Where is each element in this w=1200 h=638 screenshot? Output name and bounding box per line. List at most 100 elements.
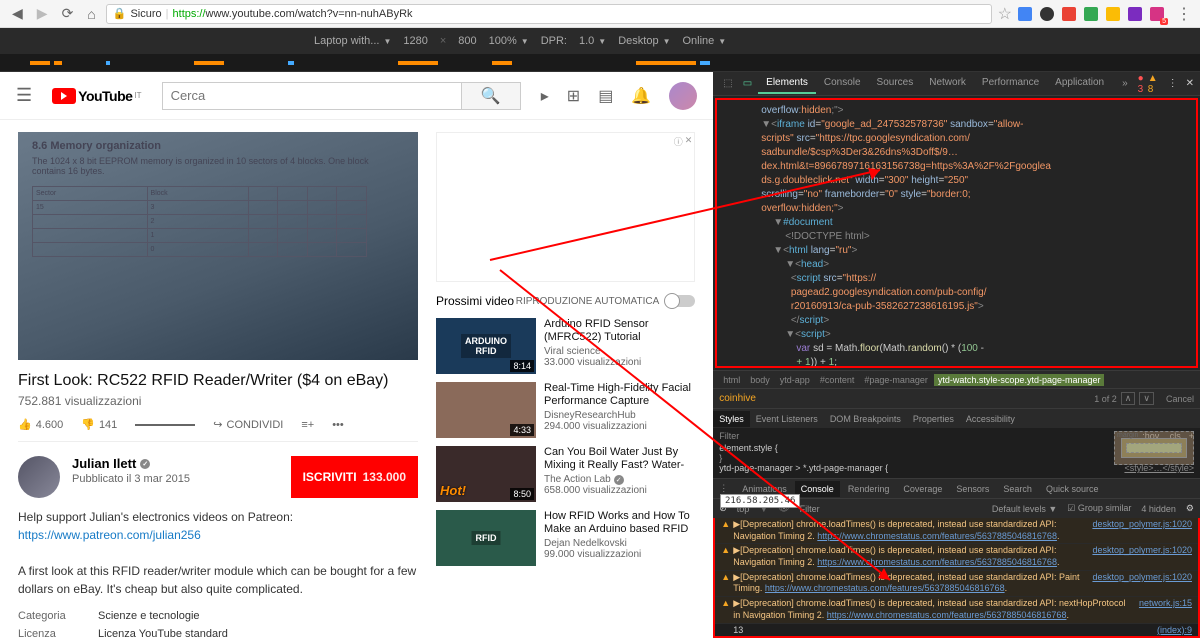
- ad-slot[interactable]: ⓘ✕: [436, 132, 695, 282]
- drawer-tab[interactable]: Sensors: [950, 481, 995, 497]
- console-message[interactable]: ▲▶[Deprecation] chrome.loadTimes() is de…: [715, 597, 1198, 623]
- warning-count[interactable]: ▲ 8: [1148, 73, 1158, 95]
- extension-icon[interactable]: [1062, 7, 1076, 21]
- channel-name[interactable]: Julian Ilett✓: [72, 456, 279, 471]
- device-mode-icon[interactable]: ▭: [739, 78, 756, 89]
- search-button[interactable]: 🔍: [461, 82, 521, 110]
- address-bar[interactable]: 🔒 Sicuro | https://www.youtube.com/watch…: [106, 4, 992, 24]
- network-select[interactable]: Online▼: [682, 35, 726, 47]
- upload-icon[interactable]: ▸: [541, 86, 549, 106]
- bookmark-star-icon[interactable]: ☆: [998, 4, 1012, 24]
- more-actions-button[interactable]: •••: [332, 419, 344, 431]
- devtools-tab-application[interactable]: Application: [1047, 73, 1112, 94]
- save-button[interactable]: ≡+: [301, 419, 314, 431]
- console-message[interactable]: 13(index):9: [715, 624, 1198, 638]
- breadcrumb-item[interactable]: body: [746, 374, 774, 386]
- home-button[interactable]: ⌂: [83, 6, 99, 22]
- console-message[interactable]: ▲▶[Deprecation] chrome.loadTimes() is de…: [715, 544, 1198, 570]
- youtube-logo[interactable]: YouTubeIT: [52, 88, 141, 104]
- back-button[interactable]: ◀: [8, 5, 27, 22]
- viewport-height[interactable]: 800: [458, 35, 476, 47]
- hidden-count[interactable]: 4 hidden: [1141, 504, 1176, 514]
- console-output[interactable]: ▲▶[Deprecation] chrome.loadTimes() is de…: [713, 518, 1200, 638]
- reload-button[interactable]: ⟳: [58, 5, 78, 22]
- search-prev-icon[interactable]: ∧: [1121, 392, 1136, 405]
- extension-icon[interactable]: [1128, 7, 1142, 21]
- description-link[interactable]: https://www.patreon.com/julian256: [18, 528, 201, 542]
- channel-avatar[interactable]: [18, 456, 60, 498]
- extension-icon[interactable]: [1018, 7, 1032, 21]
- styles-tab[interactable]: Accessibility: [960, 411, 1021, 427]
- error-count[interactable]: ● 3: [1138, 73, 1144, 95]
- recommendation-item[interactable]: RFIDHow RFID Works and How To Make an Ar…: [436, 510, 695, 566]
- devtools-tab-console[interactable]: Console: [816, 73, 869, 94]
- dpr-select[interactable]: 1.0▼: [579, 35, 606, 47]
- notifications-icon[interactable]: 🔔: [631, 86, 651, 106]
- extension-icon[interactable]: [1106, 7, 1120, 21]
- recommendation-channel[interactable]: Dejan Nedelkovski: [544, 538, 695, 549]
- console-filter[interactable]: Filter: [800, 504, 820, 514]
- subscribe-button[interactable]: ISCRIVITI133.000: [291, 456, 418, 498]
- filter-input[interactable]: Filter: [719, 431, 739, 441]
- search-cancel[interactable]: Cancel: [1166, 394, 1194, 404]
- meta-value[interactable]: Scienze e tecnologie: [98, 610, 200, 622]
- styles-tab[interactable]: Properties: [907, 411, 960, 427]
- hamburger-menu-icon[interactable]: ☰: [16, 85, 32, 106]
- styles-pane[interactable]: Filter:hov.cls+ element.style { } ytd-pa…: [713, 428, 1200, 478]
- log-levels[interactable]: Default levels ▼: [992, 504, 1057, 514]
- recommendation-thumbnail[interactable]: 4:33: [436, 382, 536, 438]
- share-button[interactable]: ↪CONDIVIDI: [213, 418, 283, 431]
- ad-close-icon[interactable]: ✕: [685, 135, 693, 148]
- styles-tab[interactable]: Styles: [713, 411, 750, 427]
- box-model[interactable]: margin: [1114, 431, 1194, 473]
- devtools-tab-performance[interactable]: Performance: [974, 73, 1047, 94]
- performance-timeline[interactable]: [0, 54, 1200, 72]
- zoom-select[interactable]: 100%▼: [489, 35, 529, 47]
- extension-icon[interactable]: [1084, 7, 1098, 21]
- style-rule[interactable]: ytd-page-manager > *.ytd-page-manager {: [719, 463, 888, 473]
- recommendation-item[interactable]: ARDUINO RFID8:14Arduino RFID Sensor (MFR…: [436, 318, 695, 374]
- recommendation-item[interactable]: 4:33Real-Time High-Fidelity Facial Perfo…: [436, 382, 695, 438]
- drawer-tab[interactable]: Quick source: [1040, 481, 1105, 497]
- styles-tab[interactable]: Event Listeners: [750, 411, 824, 427]
- inspect-icon[interactable]: ⬚: [719, 78, 736, 89]
- console-message[interactable]: ▲▶[Deprecation] chrome.loadTimes() is de…: [715, 518, 1198, 544]
- viewport-width[interactable]: 1280: [403, 35, 427, 47]
- breadcrumb-item[interactable]: ytd-watch.style-scope.ytd-page-manager: [934, 374, 1105, 386]
- recommendation-thumbnail[interactable]: ARDUINO RFID8:14: [436, 318, 536, 374]
- devtools-menu-icon[interactable]: ⋮: [1168, 78, 1178, 89]
- dom-breadcrumb[interactable]: htmlbodyytd-app#content#page-managerytd-…: [713, 370, 1200, 388]
- recommendation-channel[interactable]: DisneyResearchHub: [544, 410, 695, 421]
- device-select[interactable]: Laptop with...▼: [314, 35, 391, 47]
- messages-icon[interactable]: ▤: [598, 86, 613, 106]
- styles-tab[interactable]: DOM Breakpoints: [824, 411, 907, 427]
- devtools-close-icon[interactable]: ✕: [1186, 78, 1194, 89]
- devtools-tab-network[interactable]: Network: [921, 73, 974, 94]
- elements-search-input[interactable]: [719, 393, 1086, 404]
- recommendation-channel[interactable]: The Action Lab✓: [544, 474, 695, 485]
- breadcrumb-item[interactable]: #page-manager: [860, 374, 932, 386]
- recommendation-item[interactable]: 8:50Hot!Can You Boil Water Just By Mixin…: [436, 446, 695, 502]
- menu-icon[interactable]: ⋮: [1176, 4, 1192, 24]
- recommendation-thumbnail[interactable]: 8:50Hot!: [436, 446, 536, 502]
- console-message[interactable]: ▲▶[Deprecation] chrome.loadTimes() is de…: [715, 571, 1198, 597]
- autoplay-toggle[interactable]: [665, 295, 695, 307]
- devtools-tab-more[interactable]: »: [1114, 74, 1136, 93]
- apps-icon[interactable]: ⊞: [567, 86, 580, 106]
- elements-tree[interactable]: overflow:hidden;">▼<iframe id="google_ad…: [715, 98, 1198, 368]
- breadcrumb-item[interactable]: #content: [816, 374, 859, 386]
- drawer-tab[interactable]: Console: [795, 481, 840, 497]
- breadcrumb-item[interactable]: html: [719, 374, 744, 386]
- group-similar[interactable]: ☑ Group similar: [1067, 503, 1131, 514]
- search-input[interactable]: [162, 82, 461, 110]
- device-type-select[interactable]: Desktop▼: [618, 35, 670, 47]
- like-button[interactable]: 👍4.600: [18, 418, 63, 431]
- drawer-menu-icon[interactable]: ⋮: [713, 483, 734, 494]
- drawer-tab[interactable]: Search: [997, 481, 1038, 497]
- breadcrumb-item[interactable]: ytd-app: [776, 374, 814, 386]
- search-next-icon[interactable]: ∨: [1139, 392, 1154, 405]
- devtools-tab-sources[interactable]: Sources: [869, 73, 922, 94]
- extension-icon[interactable]: 5: [1150, 7, 1164, 21]
- drawer-tab[interactable]: Rendering: [842, 481, 896, 497]
- recommendation-thumbnail[interactable]: RFID: [436, 510, 536, 566]
